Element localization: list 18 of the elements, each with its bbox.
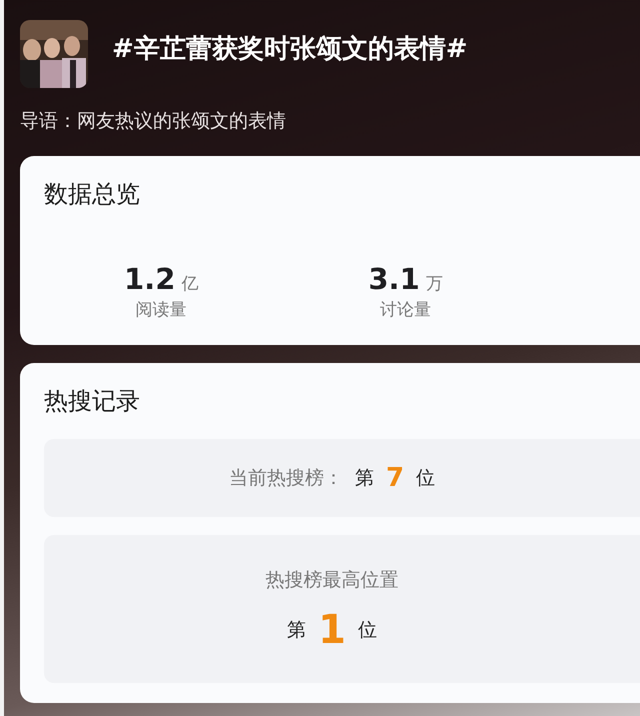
stat-value: 3.1 bbox=[368, 262, 420, 296]
topic-title: #辛芷蕾获奖时张颂文的表情# bbox=[112, 32, 468, 66]
stat-label: 讨论量 bbox=[380, 299, 432, 321]
rank-suffix: 位 bbox=[416, 466, 436, 491]
card-title: 热搜记录 bbox=[44, 386, 141, 417]
rank-number: 7 bbox=[386, 463, 404, 493]
rank-suffix: 位 bbox=[358, 618, 377, 643]
rank-prefix: 第 bbox=[287, 618, 306, 643]
intro-text: 导语：网友热议的张颂文的表情 bbox=[20, 109, 287, 134]
stat-label: 阅读量 bbox=[136, 299, 187, 321]
stat-unit: 万 bbox=[426, 273, 443, 295]
rank-label: 热搜榜最高位置 bbox=[266, 568, 398, 593]
card-title: 数据总览 bbox=[44, 179, 141, 210]
stat-value: 1.2 bbox=[124, 262, 176, 296]
rank-number: 1 bbox=[318, 607, 346, 653]
stat-unit: 亿 bbox=[181, 273, 198, 295]
rank-label: 当前热搜榜： bbox=[228, 466, 343, 491]
rank-prefix: 第 bbox=[354, 466, 374, 491]
